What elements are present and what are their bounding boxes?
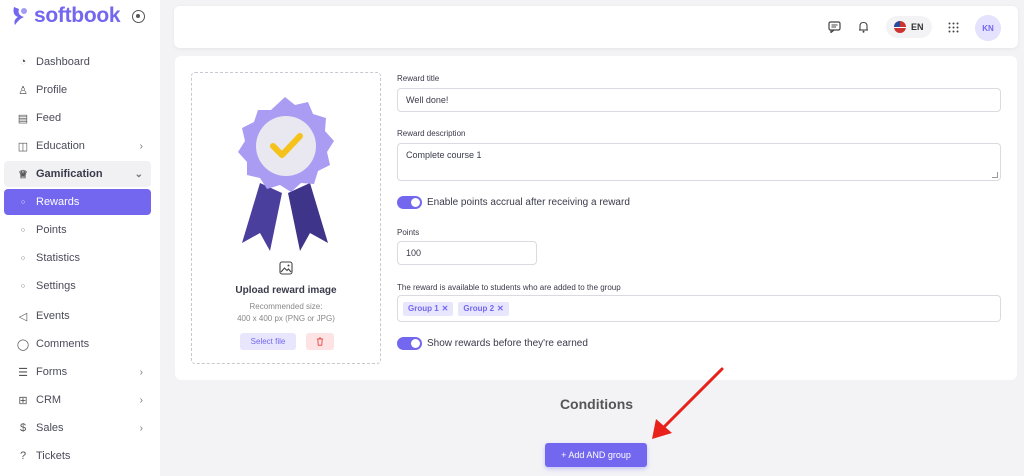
- remove-chip-icon[interactable]: ✕: [442, 304, 449, 313]
- group-chip: Group 2 ✕: [458, 301, 509, 316]
- book-icon: ◫: [17, 140, 29, 153]
- delete-image-button[interactable]: [306, 333, 334, 350]
- reward-description-label: Reward description: [397, 129, 466, 138]
- chevron-down-icon: ⌄: [134, 168, 143, 180]
- remove-chip-icon[interactable]: ✕: [497, 304, 504, 313]
- sidebar-item-profile[interactable]: ♙ Profile: [4, 77, 151, 103]
- user-icon: ♙: [18, 84, 28, 97]
- sidebar-item-forms[interactable]: ☰ Forms ›: [4, 359, 151, 385]
- reward-medal-illustration: [238, 97, 334, 251]
- enable-points-label: Enable points accrual after receiving a …: [427, 197, 630, 208]
- conditions-heading: Conditions: [559, 396, 634, 412]
- annotation-arrow-icon: [652, 367, 724, 439]
- sidebar-item-points[interactable]: ○ Points: [4, 217, 151, 243]
- image-icon: [279, 261, 293, 275]
- sidebar-item-comments[interactable]: ◯ Comments: [4, 331, 151, 357]
- list-icon: ☰: [18, 366, 28, 379]
- upload-title: Upload reward image: [235, 285, 337, 296]
- chat-icon[interactable]: [824, 17, 844, 37]
- comment-icon: ◯: [16, 338, 30, 351]
- sidebar-collapse-button[interactable]: [132, 10, 145, 23]
- enable-points-row: Enable points accrual after receiving a …: [397, 196, 630, 209]
- sidebar-item-label: Tickets: [36, 450, 71, 462]
- reward-form-card: Upload reward image Recommended size: 40…: [175, 56, 1017, 380]
- gauge-icon: ◔: [19, 56, 27, 68]
- bell-icon[interactable]: [853, 17, 873, 37]
- points-label: Points: [397, 228, 420, 237]
- select-file-button[interactable]: Select file: [240, 333, 296, 350]
- megaphone-icon: ◁: [18, 310, 28, 323]
- group-chip-label: Group 2: [463, 304, 495, 313]
- reward-title-input[interactable]: Well done!: [397, 88, 1001, 112]
- sidebar-item-label: Events: [36, 310, 70, 322]
- softbook-logo-icon: [13, 7, 27, 25]
- help-icon: ?: [19, 450, 27, 462]
- sidebar-item-label: Rewards: [36, 196, 80, 208]
- chevron-right-icon: ›: [139, 366, 143, 378]
- upload-hint-size: Recommended size:: [249, 302, 323, 311]
- sidebar-item-label: Points: [36, 224, 67, 236]
- sidebar-item-label: Feed: [36, 112, 62, 124]
- enable-points-toggle[interactable]: [397, 196, 422, 209]
- sidebar-item-label: Settings: [36, 280, 76, 292]
- feed-icon: ▤: [17, 112, 29, 125]
- sidebar-item-statistics[interactable]: ○ Statistics: [4, 245, 151, 271]
- sidebar-item-settings[interactable]: ○ Settings: [4, 273, 151, 299]
- sidebar-item-label: Profile: [36, 84, 68, 96]
- sidebar-item-label: Dashboard: [36, 56, 90, 68]
- circle-icon: ○: [20, 282, 26, 290]
- circle-icon: ○: [20, 254, 26, 262]
- sidebar-item-label: Sales: [36, 422, 64, 434]
- group-chip-label: Group 1: [408, 304, 439, 313]
- sidebar-item-label: Gamification: [36, 168, 103, 180]
- sidebar-item-tickets[interactable]: ? Tickets: [4, 443, 151, 469]
- sidebar-item-label: Forms: [36, 366, 68, 378]
- circle-icon: ○: [20, 198, 26, 206]
- trash-icon: [317, 337, 323, 346]
- show-rewards-toggle[interactable]: [397, 337, 422, 350]
- groups-label: The reward is available to students who …: [397, 283, 621, 292]
- reward-description-textarea[interactable]: Complete course 1: [397, 143, 1001, 181]
- add-and-group-button[interactable]: + Add AND group: [545, 443, 647, 467]
- chevron-right-icon: ›: [139, 422, 143, 434]
- resize-handle-icon[interactable]: [992, 172, 998, 178]
- avatar[interactable]: KN: [975, 15, 1001, 41]
- sidebar-item-dashboard[interactable]: ◔ Dashboard: [4, 49, 151, 75]
- sidebar-item-gamification[interactable]: ♕ Gamification ⌄: [4, 161, 151, 187]
- language-code: EN: [911, 22, 924, 32]
- group-chip: Group 1 ✕: [403, 301, 454, 316]
- brand-logo[interactable]: softbook: [10, 4, 121, 28]
- trophy-icon: ♕: [18, 168, 28, 181]
- sidebar-item-rewards[interactable]: ○ Rewards: [4, 189, 151, 215]
- chevron-right-icon: ›: [139, 140, 143, 152]
- sidebar-item-events[interactable]: ◁ Events: [4, 303, 151, 329]
- sidebar-item-education[interactable]: ◫ Education ›: [4, 133, 151, 159]
- sidebar-item-label: Comments: [36, 338, 90, 350]
- sidebar-item-label: Education: [36, 140, 85, 152]
- sidebar-item-label: Statistics: [36, 252, 81, 264]
- sidebar-item-feed[interactable]: ▤ Feed: [4, 105, 151, 131]
- topbar: EN KN: [174, 6, 1018, 48]
- upload-hint-format: 400 x 400 px (PNG or JPG): [237, 314, 335, 323]
- dollar-icon: $: [19, 422, 27, 434]
- reward-description-value: Complete course 1: [406, 150, 482, 160]
- brand-name: softbook: [34, 4, 121, 27]
- sidebar-item-sales[interactable]: $ Sales ›: [4, 415, 151, 441]
- show-rewards-label: Show rewards before they're earned: [427, 338, 588, 349]
- circle-icon: ○: [20, 226, 26, 234]
- groups-multiselect[interactable]: Group 1 ✕ Group 2 ✕: [397, 295, 1001, 322]
- show-rewards-row: Show rewards before they're earned: [397, 337, 588, 350]
- reward-title-label: Reward title: [397, 74, 440, 83]
- us-flag-icon: [894, 21, 906, 33]
- image-upload-area[interactable]: Upload reward image Recommended size: 40…: [191, 72, 381, 364]
- points-input[interactable]: 100: [397, 241, 537, 265]
- language-selector[interactable]: EN: [886, 16, 932, 38]
- apps-grid-icon[interactable]: [943, 17, 963, 37]
